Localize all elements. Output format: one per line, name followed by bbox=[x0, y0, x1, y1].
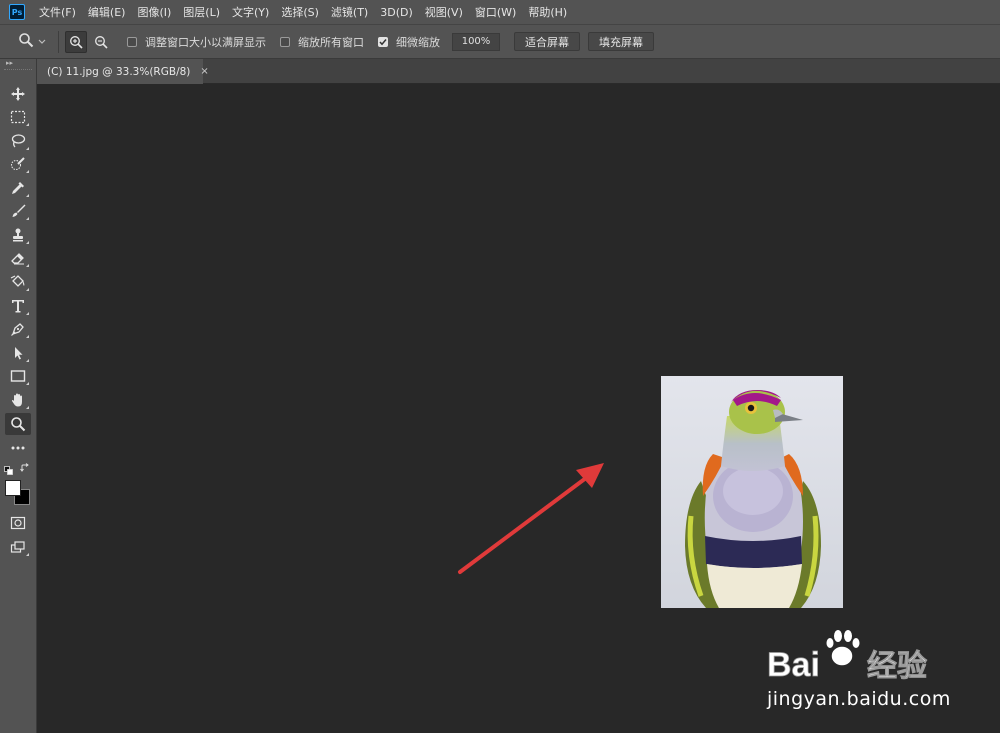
baidu-jingyan-logo: Bai 经验 bbox=[767, 630, 927, 684]
watermark-url: jingyan.baidu.com bbox=[767, 688, 951, 710]
red-arrow-annotation bbox=[458, 463, 604, 574]
watermark-logo-text-cn: 经验 bbox=[867, 649, 927, 684]
watermark-logo-text: Bai bbox=[767, 646, 820, 684]
